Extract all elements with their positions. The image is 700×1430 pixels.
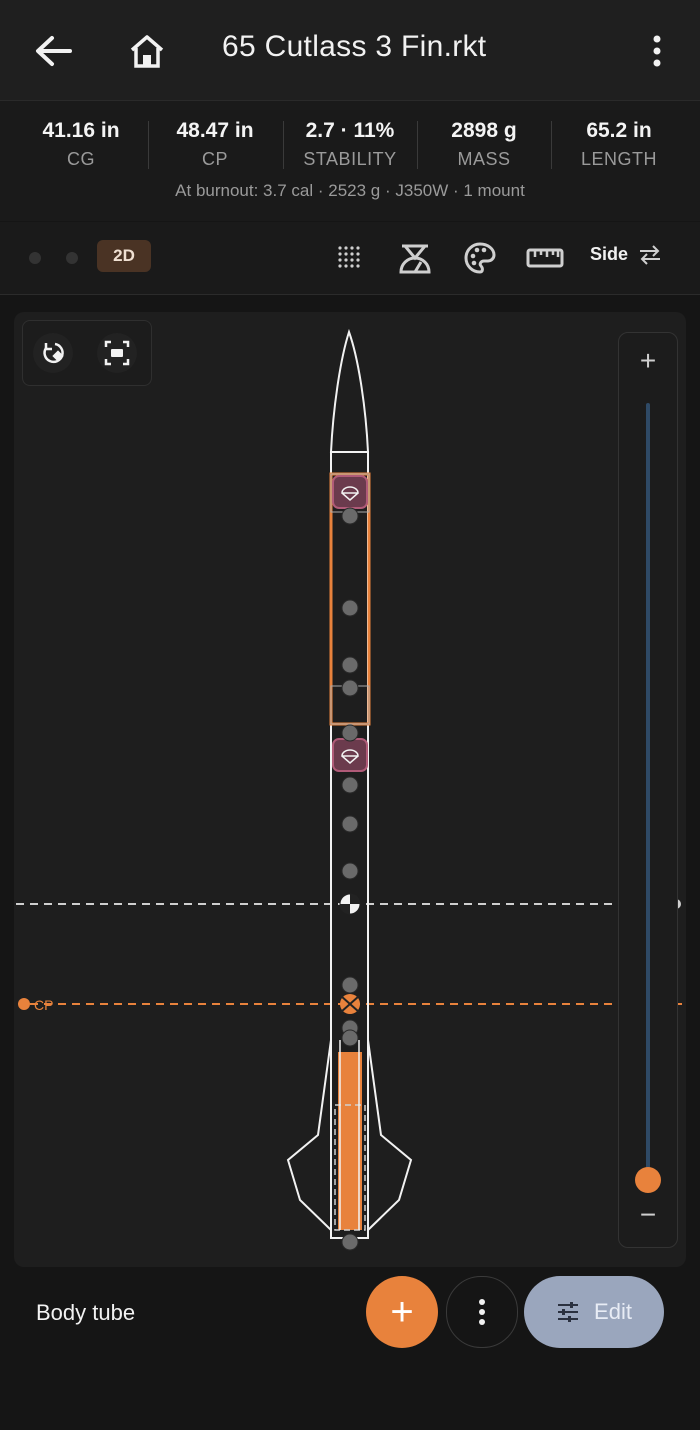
selected-component-label: Body tube bbox=[36, 1300, 136, 1325]
cp-marker bbox=[18, 998, 30, 1010]
mass-icon bbox=[341, 724, 359, 742]
parachute-icon bbox=[332, 738, 368, 772]
mass-icon bbox=[341, 776, 359, 794]
more-vertical-icon bbox=[479, 1299, 485, 1325]
rotate-view-button[interactable] bbox=[33, 333, 73, 373]
tune-icon bbox=[558, 1302, 579, 1322]
fin-right bbox=[367, 1039, 413, 1231]
mass-icon bbox=[341, 656, 359, 674]
zoom-thumb[interactable] bbox=[635, 1167, 661, 1193]
add-component-button[interactable]: + bbox=[366, 1276, 438, 1348]
mass-icon bbox=[341, 679, 359, 697]
edit-component-button[interactable]: Edit bbox=[524, 1276, 664, 1348]
cp-label: CP bbox=[34, 997, 53, 1013]
fit-screen-icon bbox=[104, 340, 130, 366]
mass-icon bbox=[341, 1029, 359, 1047]
zoom-out-button[interactable]: − bbox=[619, 1199, 677, 1231]
bottom-action-bar: Body tube + Edit bbox=[0, 1268, 700, 1430]
zoom-track[interactable] bbox=[646, 403, 650, 1183]
canvas-controls bbox=[22, 320, 152, 386]
mass-icon bbox=[341, 815, 359, 833]
parachute-icon bbox=[332, 475, 368, 509]
fin-left bbox=[286, 1039, 332, 1231]
zoom-slider[interactable]: + − bbox=[618, 332, 678, 1248]
edit-label: Edit bbox=[594, 1299, 632, 1324]
component-more-button[interactable] bbox=[446, 1276, 518, 1348]
nose-cone bbox=[329, 328, 370, 453]
mass-icon bbox=[341, 1233, 359, 1251]
mass-icon bbox=[341, 507, 359, 525]
mass-icon bbox=[341, 862, 359, 880]
mass-icon bbox=[341, 976, 359, 994]
rotate-icon bbox=[43, 342, 64, 364]
mass-icon bbox=[341, 599, 359, 617]
fit-view-button[interactable] bbox=[97, 333, 137, 373]
zoom-in-button[interactable]: + bbox=[619, 345, 677, 377]
rocket-drawing: CG CP bbox=[16, 328, 686, 1251]
